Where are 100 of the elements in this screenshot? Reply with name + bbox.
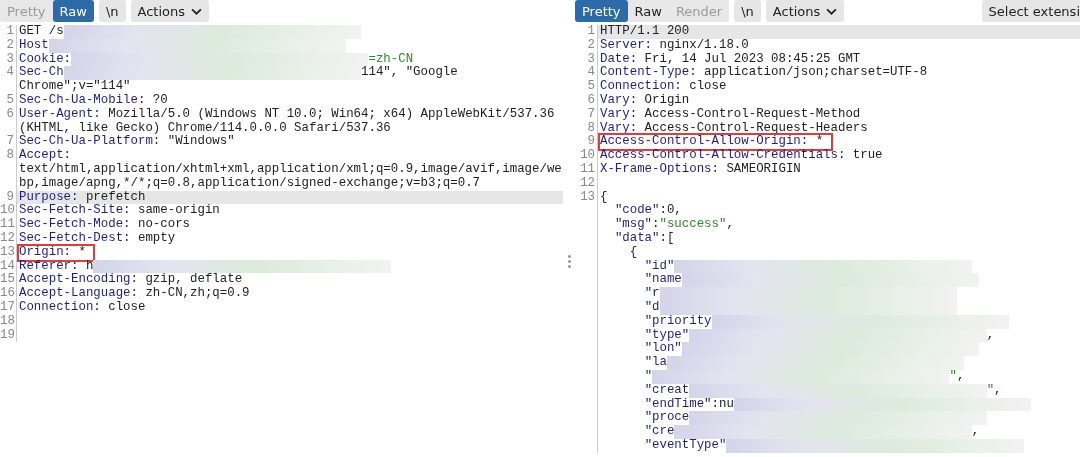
code-line: Connection: close: [18, 300, 147, 315]
code-line: Sec-Ch-Ua-Mobile: ?0: [18, 94, 169, 108]
code-line: Sec-Fetch-Dest: empty: [18, 231, 177, 246]
header-name: "proce: [643, 410, 690, 425]
header-name: Sec-Ch: [19, 65, 64, 80]
view-tab[interactable]: Raw: [52, 0, 94, 22]
code-text: ,: [971, 424, 980, 439]
code-line: Sec-Ch-Ua-Platform: "Windows": [18, 135, 236, 149]
line-number: 5: [6, 93, 14, 107]
line-number: 19: [0, 327, 15, 342]
line-number: 5: [587, 79, 595, 94]
extension-button[interactable]: Select extensi: [981, 0, 1080, 22]
header-name: "cre: [643, 424, 675, 439]
line-number: 13: [580, 189, 595, 204]
caret-icon: [191, 7, 203, 15]
code-line: Access-Control-Allow-Credentials: true: [599, 149, 884, 163]
code-line: Vary: Origin: [599, 94, 691, 108]
resize-handle-icon[interactable]: [567, 255, 571, 268]
line-number: 2: [587, 37, 595, 52]
code-line: Sec-Fetch-Mode: no-cors: [18, 218, 192, 232]
header-name: "lon": [643, 341, 682, 356]
line-number: 18: [0, 313, 15, 328]
header-name: "id": [643, 258, 675, 273]
line-number: 3: [587, 51, 595, 66]
view-tab[interactable]: Pretty: [575, 0, 628, 22]
code-line: X-Frame-Options: SAMEORIGIN: [599, 162, 802, 177]
newline-button[interactable]: \n: [734, 0, 761, 22]
header-name: Referer:: [19, 258, 79, 273]
code-line: Date: Fri, 14 Jul 2023 08:45:25 GMT: [599, 52, 862, 66]
string-value: ": [949, 368, 957, 383]
code-line: Accept-Encoding: gzip, deflate: [18, 273, 244, 287]
code-line: Sec-Fetch-Site: same-origin: [18, 204, 221, 218]
line-number: 12: [0, 230, 15, 245]
line-number: 1: [6, 24, 14, 38]
line-number: 1: [587, 24, 595, 38]
line-number: 9: [587, 134, 595, 149]
line-number: 3: [6, 51, 14, 66]
line-number: 15: [0, 272, 15, 287]
line-number: 7: [6, 134, 14, 149]
line-number: 4: [6, 65, 14, 80]
code-line: {: [599, 190, 609, 205]
line-number: 11: [0, 217, 15, 232]
line-number: 11: [580, 161, 595, 176]
line-number: 2: [6, 37, 14, 52]
code-line: Vary: Access-Control-Request-Method: [599, 107, 862, 122]
code-text: h: [84, 258, 94, 273]
line-number: 6: [6, 106, 14, 121]
code-text: ,: [956, 368, 965, 383]
header-name: "r: [643, 286, 660, 301]
header-name: Host: [19, 37, 49, 52]
actions-button[interactable]: Actions: [765, 0, 845, 22]
line-number: 10: [580, 148, 595, 163]
header-name: "type": [643, 327, 690, 342]
line-number: 16: [0, 286, 15, 301]
code-text: ,: [994, 382, 1002, 397]
code-text: *: [814, 134, 824, 149]
header-name: "name: [643, 272, 682, 287]
newline-button[interactable]: \n: [98, 0, 126, 22]
code-line: {: [628, 245, 639, 260]
line-number: 4: [587, 65, 595, 80]
line-number: 6: [587, 93, 595, 107]
line-number: 12: [580, 175, 595, 190]
header-name: Cookie:: [19, 51, 72, 66]
line-number: 10: [0, 203, 15, 218]
code-text: GET /s: [19, 24, 64, 38]
code-line: Vary: Access-Control-Request-Headers: [599, 121, 869, 135]
header-name: "d: [643, 299, 660, 314]
header-name: "la: [643, 355, 667, 370]
header-name: "priority: [643, 313, 712, 328]
line-number: 13: [0, 244, 15, 259]
header-name: "eventType": [643, 437, 727, 452]
code-line: Accept-Language: zh-CN,zh;q=0.9: [18, 287, 251, 301]
code-line: Content-Type: application/json;charset=UTF-8: [599, 66, 929, 80]
code-text: *: [77, 244, 86, 259]
actions-button[interactable]: Actions: [130, 0, 210, 22]
code-line: Purpose: prefetch: [18, 190, 147, 204]
header-name: Origin:: [19, 244, 72, 259]
code-line: "msg":"success",: [613, 218, 735, 232]
header-name: "creat: [643, 382, 690, 397]
line-number: 8: [587, 120, 595, 135]
header-name: Access-Control-Allow-Origin:: [600, 134, 809, 149]
line-number: 14: [0, 258, 15, 273]
header-name: "endTime": [643, 396, 712, 411]
code-text: :nu: [711, 396, 734, 411]
string-value: =zh-CN: [368, 51, 414, 66]
code-line: HTTP/1.1 200: [599, 25, 691, 39]
code-text: Chrome";v="114": [19, 79, 131, 94]
code-text: ,: [986, 327, 995, 342]
code-line: Server: nginx/1.18.0: [599, 38, 750, 53]
caret-icon: [826, 7, 838, 15]
line-number: 17: [0, 299, 15, 314]
string-value: ": [986, 382, 995, 397]
code-line: "code":0,: [613, 204, 683, 218]
line-number: 8: [6, 148, 14, 163]
code-line: User-Agent: Mozilla/5.0 (Windows NT 10.0; Win64; x64) AppleWebKit/537.36 (KHTML, like Gecko) Chrome/114.0.0.0 Safari/537.36: [18, 107, 556, 135]
header-name: ": [643, 368, 653, 383]
code-text: 114", "Google: [361, 65, 459, 80]
code-line: "data":[: [613, 231, 676, 246]
code-line: Connection: close: [599, 80, 728, 94]
line-number: 7: [587, 106, 595, 121]
